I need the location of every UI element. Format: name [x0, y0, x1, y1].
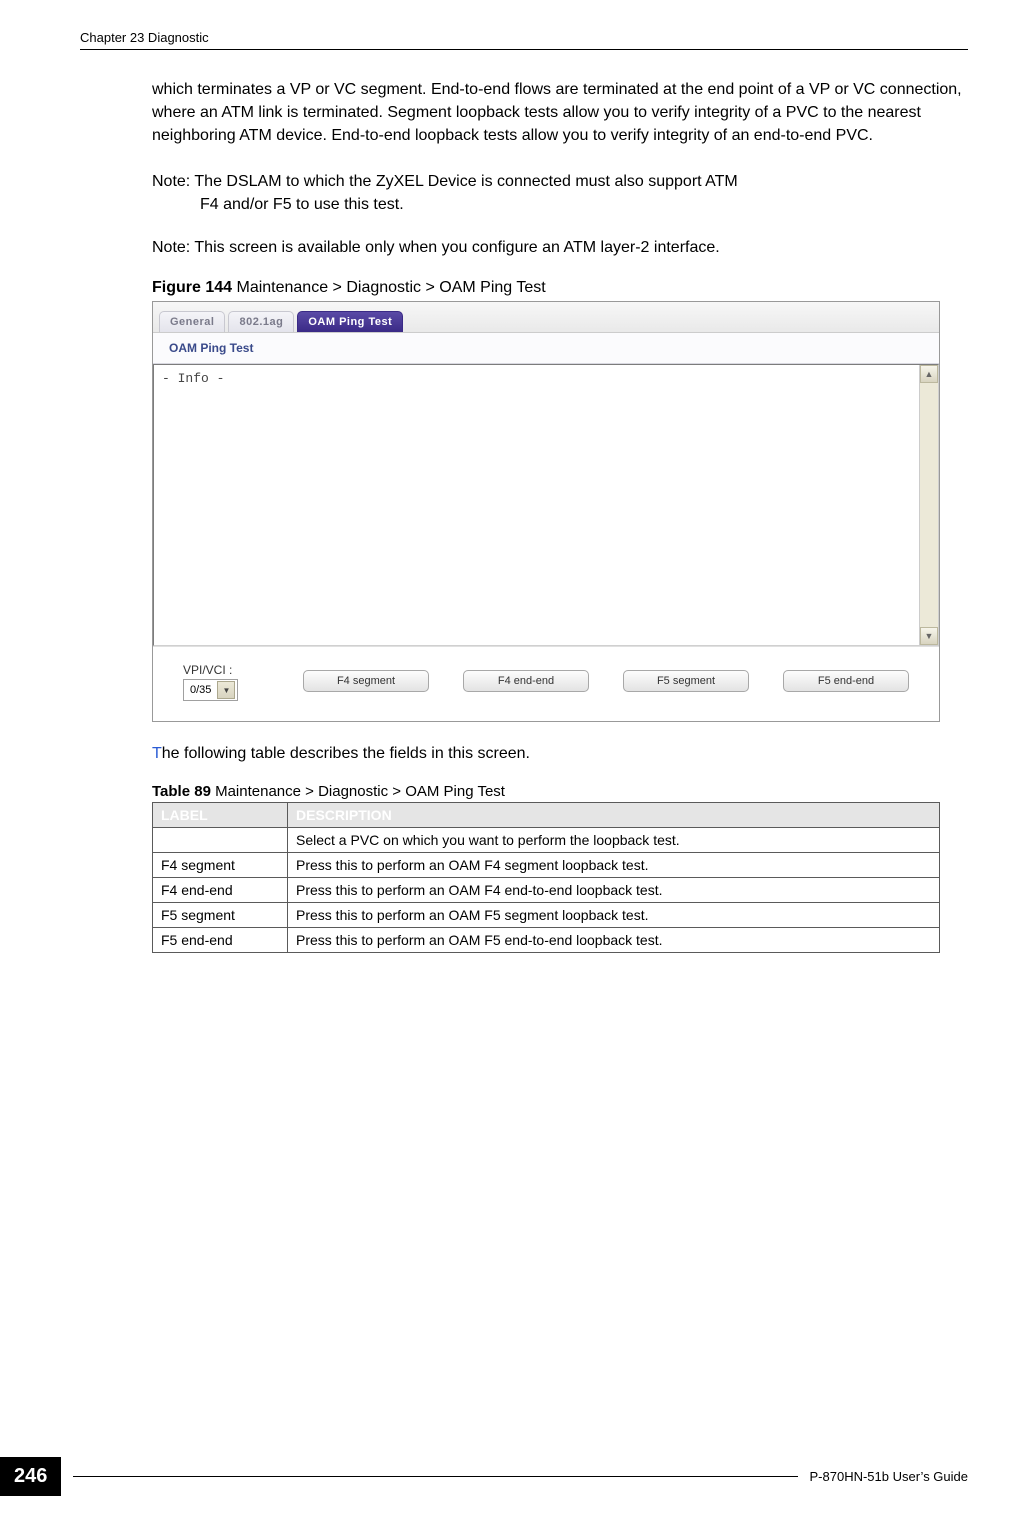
table-row: F5 segment Press this to perform an OAM …: [153, 903, 940, 928]
table-row: Select a PVC on which you want to perfor…: [153, 828, 940, 853]
guide-name: P-870HN-51b User’s Guide: [810, 1469, 968, 1484]
dropcap-letter: T: [152, 745, 162, 762]
output-text: - Info -: [154, 365, 938, 392]
th-label: LABEL: [153, 803, 288, 828]
figure-title: Maintenance > Diagnostic > OAM Ping Test: [236, 279, 545, 296]
cell-desc: Press this to perform an OAM F5 end-to-e…: [288, 928, 940, 953]
note-1-line-b: F4 and/or F5 to use this test.: [152, 193, 968, 216]
table-title: Maintenance > Diagnostic > OAM Ping Test: [215, 783, 505, 800]
scroll-down-icon[interactable]: ▼: [920, 627, 938, 645]
cell-label: F4 end-end: [153, 878, 288, 903]
page-footer: 246 P-870HN-51b User’s Guide: [0, 1457, 968, 1496]
output-textarea[interactable]: - Info - ▲ ▼: [153, 364, 939, 646]
tab-oam-ping-test[interactable]: OAM Ping Test: [297, 311, 403, 332]
note-1-line-a: The DSLAM to which the ZyXEL Device is c…: [194, 173, 737, 190]
figure-caption: Figure 144 Maintenance > Diagnostic > OA…: [152, 279, 968, 297]
scrollbar[interactable]: ▲ ▼: [919, 365, 938, 645]
th-description: DESCRIPTION: [288, 803, 940, 828]
f5-end-end-button[interactable]: F5 end-end: [783, 670, 909, 692]
f5-segment-button[interactable]: F5 segment: [623, 670, 749, 692]
intro-paragraph: which terminates a VP or VC segment. End…: [152, 78, 968, 148]
vpivci-group: VPI/VCI : 0/35 ▼: [183, 661, 269, 701]
section-title: OAM Ping Test: [153, 333, 939, 364]
cell-desc: Press this to perform an OAM F4 segment …: [288, 853, 940, 878]
note-2: Note: This screen is available only when…: [152, 236, 968, 259]
note-1: Note: The DSLAM to which the ZyXEL Devic…: [152, 170, 968, 216]
cell-desc: Press this to perform an OAM F4 end-to-e…: [288, 878, 940, 903]
cell-label: F5 segment: [153, 903, 288, 928]
scroll-up-icon[interactable]: ▲: [920, 365, 938, 383]
chapter-title: Chapter 23 Diagnostic: [80, 30, 209, 45]
figure-number: Figure 144: [152, 279, 236, 296]
table-number: Table 89: [152, 783, 215, 800]
cell-desc: Press this to perform an OAM F5 segment …: [288, 903, 940, 928]
vpivci-label: VPI/VCI :: [183, 663, 232, 677]
tab-bar: General 802.1ag OAM Ping Test: [153, 302, 939, 333]
footer-rule: [73, 1476, 797, 1477]
table-row: F4 end-end Press this to perform an OAM …: [153, 878, 940, 903]
vpivci-value: 0/35: [190, 684, 211, 696]
f4-segment-button[interactable]: F4 segment: [303, 670, 429, 692]
controls-row: VPI/VCI : 0/35 ▼ F4 segment F4 end-end F…: [153, 646, 939, 721]
note-label: Note:: [152, 173, 194, 190]
running-header: Chapter 23 Diagnostic: [80, 30, 968, 50]
vpivci-select[interactable]: 0/35 ▼: [183, 679, 238, 701]
cell-label: F4 segment: [153, 853, 288, 878]
note-label: Note:: [152, 239, 194, 256]
chevron-down-icon: ▼: [217, 681, 235, 699]
table-intro-rest: he following table describes the fields …: [162, 745, 530, 762]
screenshot-panel: General 802.1ag OAM Ping Test OAM Ping T…: [152, 301, 940, 722]
table-intro: The following table describes the fields…: [152, 742, 968, 765]
table-row: F4 segment Press this to perform an OAM …: [153, 853, 940, 878]
table-caption: Table 89 Maintenance > Diagnostic > OAM …: [152, 783, 968, 800]
tab-8021ag[interactable]: 802.1ag: [228, 311, 294, 332]
description-table: LABEL DESCRIPTION Select a PVC on which …: [152, 802, 940, 953]
cell-label: F5 end-end: [153, 928, 288, 953]
table-row: F5 end-end Press this to perform an OAM …: [153, 928, 940, 953]
f4-end-end-button[interactable]: F4 end-end: [463, 670, 589, 692]
cell-label: [153, 828, 288, 853]
tab-general[interactable]: General: [159, 311, 225, 332]
note-2-text: This screen is available only when you c…: [194, 239, 719, 256]
cell-desc: Select a PVC on which you want to perfor…: [288, 828, 940, 853]
page-number: 246: [0, 1457, 61, 1496]
